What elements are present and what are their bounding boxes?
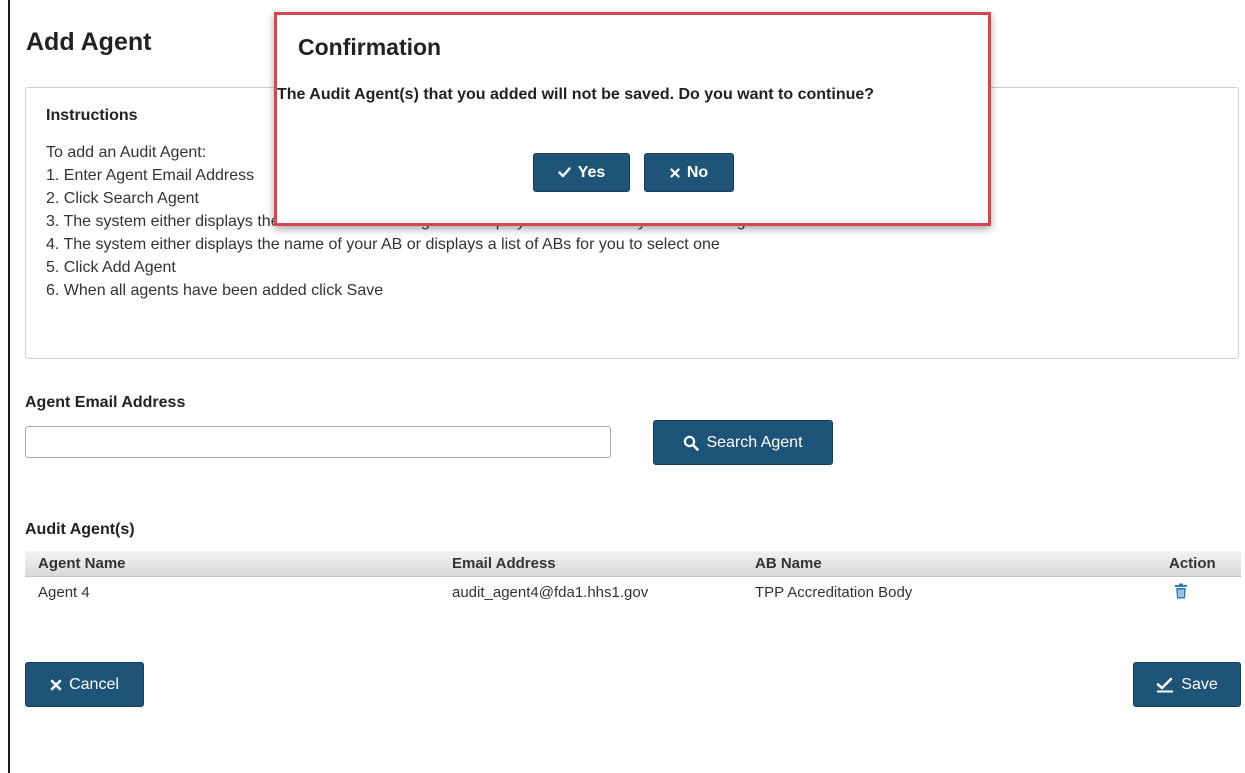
no-button[interactable]: No bbox=[644, 153, 734, 192]
page-title: Add Agent bbox=[26, 28, 152, 56]
search-agent-button[interactable]: Search Agent bbox=[653, 420, 833, 465]
instruction-line: 1. Enter Agent Email Address bbox=[46, 167, 255, 184]
close-icon bbox=[50, 679, 62, 691]
close-icon bbox=[670, 167, 680, 178]
cancel-label: Cancel bbox=[69, 675, 119, 693]
yes-label: Yes bbox=[577, 163, 606, 181]
agent-ab-cell: TPP Accreditation Body bbox=[755, 584, 913, 601]
no-label: No bbox=[686, 163, 709, 181]
column-header-ab-name: AB Name bbox=[755, 555, 822, 572]
yes-button[interactable]: Yes bbox=[533, 153, 630, 192]
instructions-title: Instructions bbox=[46, 107, 138, 124]
agent-name-cell: Agent 4 bbox=[38, 584, 90, 601]
instruction-line: 2. Click Search Agent bbox=[46, 190, 199, 207]
audit-agents-title: Audit Agent(s) bbox=[25, 521, 135, 538]
agent-email-cell: audit_agent4@fda1.hhs1.gov bbox=[452, 584, 649, 601]
save-button[interactable]: Save bbox=[1133, 662, 1241, 707]
table-header: Agent Name Email Address AB Name Action bbox=[25, 551, 1241, 577]
left-border bbox=[8, 0, 10, 773]
search-icon bbox=[683, 435, 700, 451]
confirmation-dialog: Confirmation The Audit Agent(s) that you… bbox=[274, 12, 991, 226]
dialog-message: The Audit Agent(s) that you added will n… bbox=[277, 86, 875, 103]
cancel-button[interactable]: Cancel bbox=[25, 662, 144, 707]
dialog-title: Confirmation bbox=[298, 34, 442, 60]
agent-email-label: Agent Email Address bbox=[25, 394, 186, 411]
save-label: Save bbox=[1181, 675, 1218, 693]
check-underline-icon bbox=[1156, 677, 1174, 693]
agent-email-input[interactable] bbox=[25, 426, 611, 458]
column-header-email: Email Address bbox=[452, 555, 556, 572]
instruction-line: 5. Click Add Agent bbox=[46, 259, 176, 276]
trash-icon[interactable] bbox=[1174, 583, 1188, 604]
instruction-line: To add an Audit Agent: bbox=[46, 144, 207, 161]
instruction-line: 4. The system either displays the name o… bbox=[46, 236, 720, 253]
check-icon bbox=[558, 167, 571, 178]
search-agent-label: Search Agent bbox=[706, 433, 803, 451]
column-header-action: Action bbox=[1169, 555, 1216, 572]
instruction-line: 6. When all agents have been added click… bbox=[46, 282, 384, 299]
column-header-agent-name: Agent Name bbox=[38, 555, 126, 572]
